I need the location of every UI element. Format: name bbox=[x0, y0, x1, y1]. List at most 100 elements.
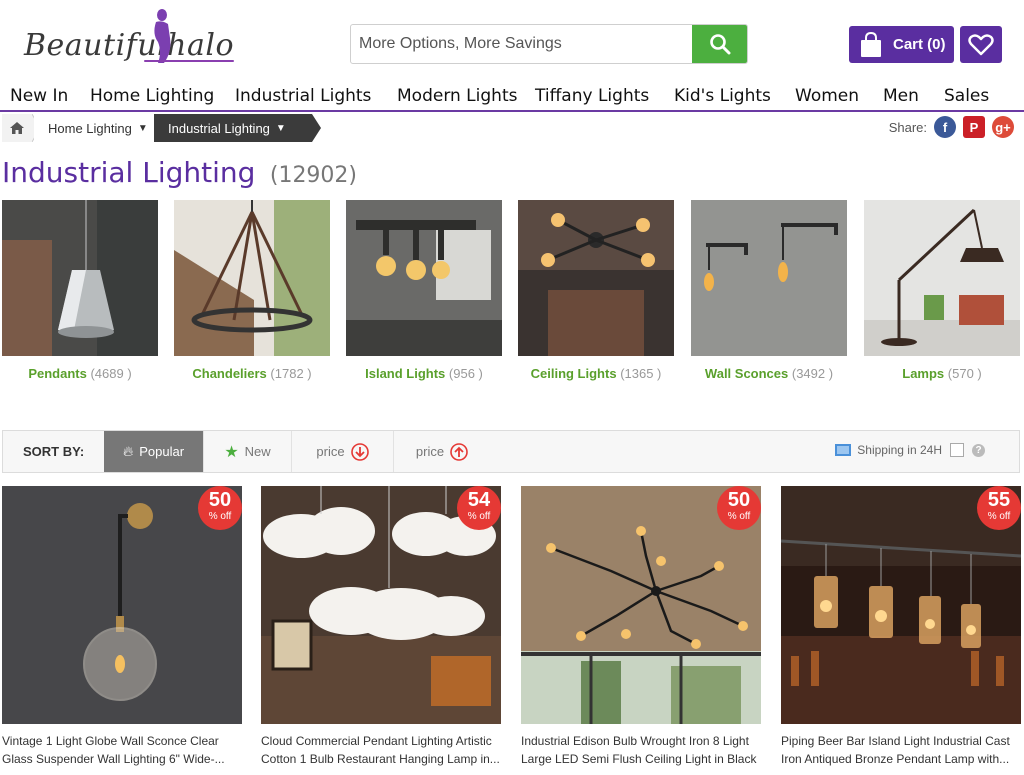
category-image bbox=[346, 200, 502, 356]
logo-text: Beautifulhalo bbox=[24, 28, 235, 63]
category-card-ceiling-lights[interactable]: Ceiling Lights (1365 ) bbox=[518, 200, 674, 381]
product-card[interactable]: 55 % off Piping Beer Bar Island Light In… bbox=[781, 486, 1021, 766]
category-card-island-lights[interactable]: Island Lights (956 ) bbox=[346, 200, 502, 381]
caret-down-icon: ▼ bbox=[275, 122, 286, 134]
category-count: (956 ) bbox=[448, 366, 483, 381]
breadcrumb-label: Home Lighting bbox=[48, 120, 132, 136]
category-label[interactable]: Island Lights (956 ) bbox=[346, 366, 502, 381]
category-name: Chandeliers bbox=[192, 366, 267, 381]
caret-down-icon: ▼ bbox=[137, 122, 148, 134]
product-title[interactable]: Industrial Edison Bulb Wrought Iron 8 Li… bbox=[521, 732, 761, 768]
category-card-chandeliers[interactable]: Chandeliers (1782 ) bbox=[174, 200, 330, 381]
discount-badge: 55 % off bbox=[977, 486, 1021, 530]
product-title[interactable]: Piping Beer Bar Island Light Industrial … bbox=[781, 732, 1021, 768]
discount-suffix: % off bbox=[208, 511, 232, 522]
sort-option-label: Popular bbox=[139, 444, 185, 459]
category-count: (3492 ) bbox=[791, 366, 834, 381]
search-icon bbox=[709, 34, 730, 55]
nav-item-kids-lights[interactable]: Kid's Lights bbox=[674, 86, 771, 106]
page-title: Industrial Lighting bbox=[2, 156, 256, 189]
category-label[interactable]: Pendants (4689 ) bbox=[2, 366, 158, 381]
discount-badge: 54 % off bbox=[457, 486, 501, 530]
discount-badge: 50 % off bbox=[717, 486, 761, 530]
nav-item-tiffany-lights[interactable]: Tiffany Lights bbox=[535, 86, 649, 106]
category-count: (570 ) bbox=[947, 366, 982, 381]
category-name: Island Lights bbox=[365, 366, 446, 381]
pinterest-icon[interactable]: P bbox=[963, 116, 985, 138]
nav-item-new-in[interactable]: New In bbox=[10, 86, 68, 106]
sort-option-label: price bbox=[316, 444, 345, 459]
category-image bbox=[864, 200, 1020, 356]
sort-price-desc-button[interactable]: price bbox=[292, 431, 394, 472]
product-title[interactable]: Cloud Commercial Pendant Lighting Artist… bbox=[261, 732, 501, 768]
discount-suffix: % off bbox=[987, 511, 1011, 522]
breadcrumb-home-lighting[interactable]: Home Lighting ▼ bbox=[34, 114, 154, 142]
category-label[interactable]: Ceiling Lights (1365 ) bbox=[518, 366, 674, 381]
sort-price-asc-button[interactable]: price bbox=[394, 431, 490, 472]
star-icon: ★ bbox=[224, 443, 239, 461]
shipping-filter[interactable]: Shipping in 24H ? bbox=[835, 443, 985, 457]
category-label[interactable]: Chandeliers (1782 ) bbox=[174, 366, 330, 381]
sort-option-label: price bbox=[415, 444, 445, 459]
sort-bar: SORT BY: 🔥︎ Popular ★ New price price Sh… bbox=[2, 430, 1020, 473]
nav-item-sales[interactable]: Sales bbox=[944, 86, 989, 106]
shipping-checkbox[interactable] bbox=[950, 443, 964, 457]
product-card[interactable]: 50 % off Industrial Edison Bulb Wrought … bbox=[521, 486, 761, 766]
logo-underline bbox=[144, 60, 234, 62]
category-card-wall-sconces[interactable]: Wall Sconces (3492 ) bbox=[691, 200, 847, 381]
search-input[interactable] bbox=[351, 25, 693, 63]
logo-figure-icon bbox=[154, 9, 171, 63]
facebook-icon[interactable]: f bbox=[934, 116, 956, 138]
main-nav: New In Home Lighting Industrial Lights M… bbox=[0, 80, 1024, 112]
discount-value: 50 bbox=[727, 489, 751, 511]
google-plus-icon[interactable]: g+ bbox=[992, 116, 1014, 138]
page-count: (12902) bbox=[269, 163, 358, 188]
cart-label: Cart (0) bbox=[893, 36, 946, 53]
search-button[interactable] bbox=[692, 25, 747, 63]
category-label[interactable]: Lamps (570 ) bbox=[864, 366, 1020, 381]
category-label[interactable]: Wall Sconces (3492 ) bbox=[691, 366, 847, 381]
wishlist-button[interactable] bbox=[960, 26, 1002, 63]
nav-item-industrial-lights[interactable]: Industrial Lights bbox=[235, 86, 371, 106]
nav-item-women[interactable]: Women bbox=[795, 86, 859, 106]
sort-popular-button[interactable]: 🔥︎ Popular bbox=[104, 431, 204, 472]
category-image bbox=[174, 200, 330, 356]
breadcrumb-industrial-lighting[interactable]: Industrial Lighting ▼ bbox=[154, 114, 312, 142]
search-box bbox=[350, 24, 748, 64]
page-header: Industrial Lighting (12902) bbox=[2, 156, 357, 189]
home-icon bbox=[10, 122, 24, 134]
discount-suffix: % off bbox=[727, 511, 751, 522]
arrow-up-circle-icon bbox=[450, 442, 468, 461]
product-card[interactable]: 50 % off Vintage 1 Light Globe Wall Scon… bbox=[2, 486, 242, 766]
category-image bbox=[2, 200, 158, 356]
sort-new-button[interactable]: ★ New bbox=[204, 431, 292, 472]
discount-suffix: % off bbox=[467, 511, 491, 522]
help-icon[interactable]: ? bbox=[972, 443, 985, 457]
heart-icon bbox=[968, 33, 994, 55]
nav-item-men[interactable]: Men bbox=[883, 86, 919, 106]
category-card-pendants[interactable]: Pendants (4689 ) bbox=[2, 200, 158, 381]
cart-button[interactable]: Cart (0) bbox=[849, 26, 954, 63]
product-card[interactable]: 54 % off Cloud Commercial Pendant Lighti… bbox=[261, 486, 501, 766]
category-count: (1782 ) bbox=[270, 366, 312, 381]
breadcrumb: Home Lighting ▼ Industrial Lighting ▼ Sh… bbox=[0, 114, 1024, 142]
sort-label: SORT BY: bbox=[23, 444, 85, 459]
nav-item-home-lighting[interactable]: Home Lighting bbox=[90, 86, 214, 106]
product-title[interactable]: Vintage 1 Light Globe Wall Sconce Clear … bbox=[2, 732, 242, 768]
discount-value: 54 bbox=[467, 489, 491, 511]
discount-badge: 50 % off bbox=[198, 486, 242, 530]
category-card-lamps[interactable]: Lamps (570 ) bbox=[864, 200, 1020, 381]
nav-item-modern-lights[interactable]: Modern Lights bbox=[397, 86, 517, 106]
category-image bbox=[691, 200, 847, 356]
breadcrumb-label: Industrial Lighting bbox=[168, 120, 270, 136]
breadcrumb-home[interactable] bbox=[2, 114, 32, 142]
discount-value: 55 bbox=[987, 489, 1011, 511]
category-count: (1365 ) bbox=[620, 366, 662, 381]
logo[interactable]: Beautifulhalo bbox=[24, 8, 239, 70]
shopping-bag-icon bbox=[861, 31, 881, 57]
category-count: (4689 ) bbox=[90, 366, 132, 381]
flame-icon: 🔥︎ bbox=[122, 443, 134, 459]
arrow-down-circle-icon bbox=[350, 442, 369, 461]
header: Beautifulhalo Cart (0) bbox=[0, 0, 1024, 80]
shipping-icon bbox=[835, 444, 852, 456]
